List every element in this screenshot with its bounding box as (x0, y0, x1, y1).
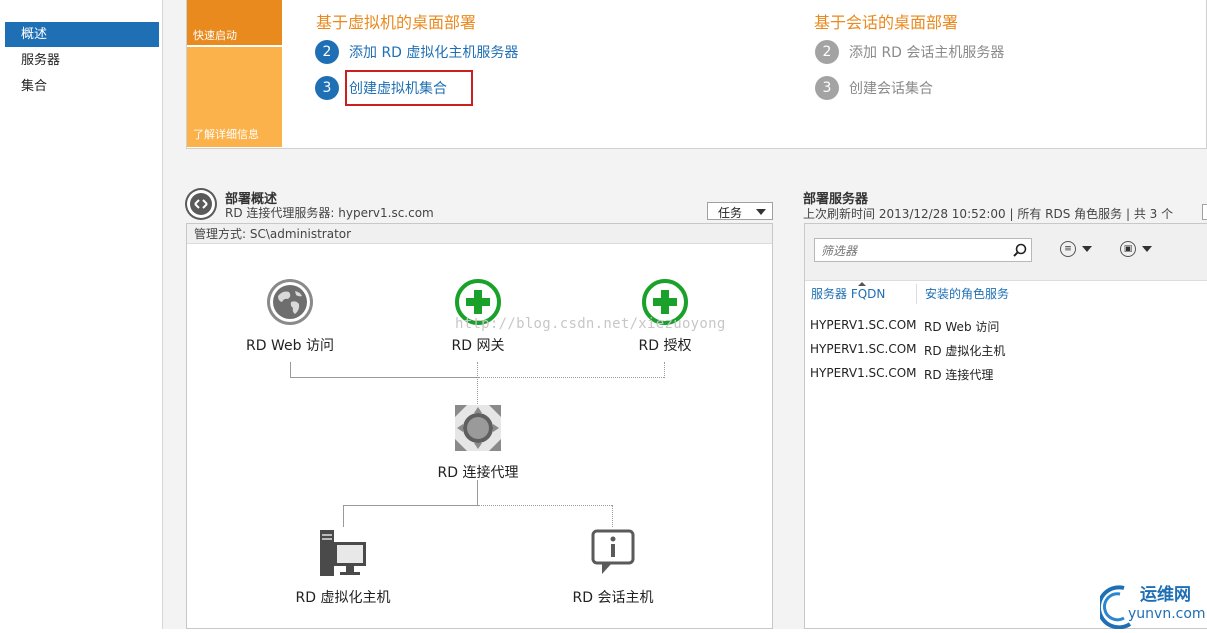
column-header-roles[interactable]: 安装的角色服务 (925, 284, 1020, 304)
quick-start-tile[interactable]: 快速启动 (187, 0, 282, 45)
view-options-button[interactable]: ≡ (1060, 240, 1100, 260)
role-label: RD 会话主机 (572, 590, 654, 606)
step-link-label[interactable]: 创建会话集合 (849, 78, 933, 98)
search-icon[interactable] (1013, 243, 1027, 257)
role-label: RD Web 访问 (246, 338, 334, 354)
role-label: RD 虚拟化主机 (295, 590, 391, 606)
list-icon: ≡ (1060, 241, 1076, 257)
column-header-label: 安装的角色服务 (925, 287, 1010, 301)
connector-line-dotted (664, 362, 665, 378)
role-label: RD 授权 (638, 338, 692, 354)
column-header-label: 服务器 FQDN (811, 287, 886, 301)
connector-line-dotted (477, 362, 478, 404)
yunvn-logo: 运维网 yunvn.com (1096, 580, 1207, 630)
nav-item-collections[interactable]: 集合 (5, 74, 159, 99)
managed-by-label: 管理方式: SC\administrator (187, 224, 772, 244)
save-icon: ▣ (1120, 241, 1136, 257)
highlight-annotation-box (345, 70, 473, 106)
role-label: RD 连接代理 (437, 465, 519, 481)
connection-broker-icon (455, 405, 501, 451)
svg-text:运维网: 运维网 (1140, 584, 1191, 605)
step-link-label[interactable]: 添加 RD 会话主机服务器 (849, 42, 1004, 62)
column-header-fqdn[interactable]: 服务器 FQDN (811, 284, 917, 304)
nav-item-servers[interactable]: 服务器 (5, 48, 159, 73)
role-rd-session-host[interactable]: RD 会话主机 (553, 528, 673, 607)
connector-line (343, 505, 478, 506)
connector-line (477, 480, 478, 506)
step-create-session-collection[interactable]: 3 创建会话集合 (815, 76, 975, 102)
connector-line-dotted (612, 505, 613, 527)
connector-line (290, 362, 291, 378)
tasks-label: 任务 (718, 206, 743, 220)
quick-start-tile-label: 快速启动 (193, 29, 237, 42)
table-row-role: RD 连接代理 (924, 368, 994, 382)
sort-ascending-icon (858, 282, 866, 286)
chevron-down-icon (1082, 246, 1092, 252)
step-number-badge: 3 (815, 76, 839, 100)
role-rd-web-access[interactable]: RD Web 访问 (240, 278, 340, 355)
table-row-fqdn[interactable]: HYPERV1.SC.COM (810, 366, 917, 380)
server-monitor-icon (320, 530, 366, 576)
blog-watermark: http://blog.csdn.net/xiezuoyong (455, 316, 726, 332)
vm-deploy-section-title: 基于虚拟机的桌面部署 (316, 13, 477, 32)
table-row-fqdn[interactable]: HYPERV1.SC.COM (810, 318, 917, 332)
nav-item-overview[interactable]: 概述 (5, 22, 159, 47)
table-row-fqdn[interactable]: HYPERV1.SC.COM (810, 342, 917, 356)
step-number-badge: 2 (815, 40, 839, 64)
role-label: RD 网关 (451, 338, 505, 354)
session-info-icon (591, 529, 635, 574)
filter-field[interactable] (814, 238, 1032, 262)
role-rd-connection-broker[interactable]: RD 连接代理 (418, 403, 538, 482)
chevron-down-icon (756, 209, 766, 215)
tasks-dropdown-button[interactable]: 任务 (707, 202, 773, 220)
connector-line (290, 377, 478, 378)
left-navigation: 概述 服务器 集合 (0, 0, 163, 629)
learn-more-tile[interactable]: 了解详细信息 (187, 47, 282, 147)
step-add-virtualization-host[interactable]: 2 添加 RD 虚拟化主机服务器 (315, 40, 555, 66)
step-number-badge: 3 (315, 76, 339, 100)
deployment-overview-icon (185, 188, 217, 220)
step-link-label[interactable]: 添加 RD 虚拟化主机服务器 (349, 42, 518, 62)
chevron-down-icon (1142, 246, 1152, 252)
save-query-button[interactable]: ▣ (1120, 240, 1160, 260)
step-number-badge: 2 (315, 40, 339, 64)
svg-text:yunvn.com: yunvn.com (1128, 606, 1206, 622)
globe-icon (267, 279, 313, 325)
deployment-overview-subtitle: RD 连接代理服务器: hyperv1.sc.com (225, 206, 434, 220)
table-row-role: RD 虚拟化主机 (924, 344, 1006, 358)
connector-line-dotted (478, 377, 664, 378)
learn-more-tile-label: 了解详细信息 (193, 128, 259, 141)
table-row-role: RD Web 访问 (924, 320, 1000, 334)
role-rd-virtualization-host[interactable]: RD 虚拟化主机 (283, 528, 403, 607)
session-deploy-section-title: 基于会话的桌面部署 (814, 13, 959, 32)
connector-line (343, 505, 344, 527)
connector-line-dotted (478, 505, 612, 506)
filter-input[interactable] (819, 241, 1009, 261)
tasks-dropdown-button-partial[interactable] (1202, 204, 1207, 220)
step-add-session-host[interactable]: 2 添加 RD 会话主机服务器 (815, 40, 1055, 66)
deployment-servers-subtitle: 上次刷新时间 2013/12/28 10:52:00 | 所有 RDS 角色服务… (803, 207, 1174, 221)
